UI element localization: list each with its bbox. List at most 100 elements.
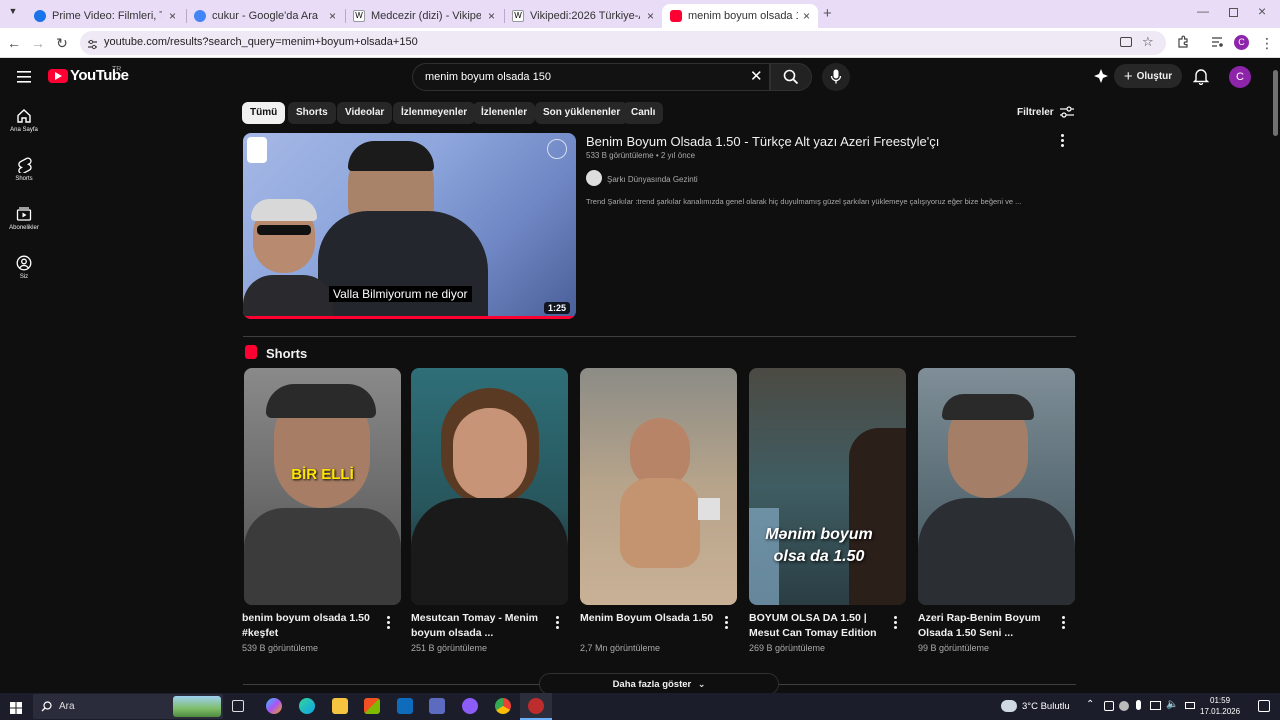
hamburger-menu-icon[interactable] [17, 70, 31, 83]
browser-menu-icon[interactable]: ⋮ [1259, 35, 1275, 51]
ai-sparkle-icon[interactable] [1093, 68, 1109, 84]
install-app-icon[interactable] [1120, 37, 1132, 47]
create-label: Oluştur [1136, 70, 1173, 82]
extensions-icon[interactable] [1175, 35, 1191, 51]
close-tab-icon[interactable]: × [803, 9, 810, 23]
create-button[interactable]: + Oluştur [1114, 64, 1182, 88]
short-thumbnail[interactable]: BİR ELLİ [244, 368, 401, 605]
browser-tab-youtube[interactable]: menim boyum olsada 150 - You × [662, 4, 818, 28]
microsoft-store-icon[interactable] [364, 698, 380, 714]
close-tab-icon[interactable]: × [169, 9, 176, 23]
tray-app-icon[interactable] [1104, 701, 1114, 711]
volume-icon[interactable]: 🔈 [1166, 699, 1178, 710]
short-title[interactable]: Azeri Rap-Benim Boyum Olsada 1.50 Seni .… [918, 611, 1056, 641]
browser-tab-google[interactable]: cukur - Google'da Ara × [186, 4, 344, 28]
tab-search-dropdown-icon[interactable]: ▼ [6, 6, 20, 20]
prime-video-favicon-icon [34, 10, 46, 22]
show-more-label: Daha fazla göster [612, 679, 692, 690]
short-more-actions-icon[interactable] [721, 615, 731, 631]
profile-avatar[interactable]: C [1234, 35, 1249, 50]
reload-icon[interactable]: ↻ [54, 35, 70, 51]
outlook-icon[interactable] [397, 698, 413, 714]
site-info-icon[interactable] [87, 37, 98, 50]
notification-center-icon[interactable] [1258, 700, 1270, 712]
taskbar-search-box[interactable]: Ara [33, 694, 223, 719]
video-thumbnail[interactable]: Valla Bilmiyorum ne diyor 1:25 [243, 133, 576, 319]
nav-item-you[interactable]: Siz [0, 255, 48, 299]
nav-item-home[interactable]: Ana Sayfa [0, 108, 48, 152]
minimize-window-icon[interactable]: — [1197, 4, 1209, 18]
close-tab-icon[interactable]: × [488, 9, 495, 23]
address-bar[interactable]: youtube.com/results?search_query=menim+b… [80, 31, 1166, 55]
short-title[interactable]: BOYUM OLSA DA 1.50 | Mesut Can Tomay Edi… [749, 611, 887, 641]
short-title[interactable]: Menim Boyum Olsada 1.50 [580, 611, 718, 626]
video-more-actions-icon[interactable] [1057, 133, 1067, 149]
video-title[interactable]: Benim Boyum Olsada 1.50 - Türkçe Alt yaz… [586, 134, 939, 149]
search-input[interactable]: menim boyum olsada 150 [412, 63, 770, 91]
weather-icon[interactable] [1001, 700, 1017, 712]
close-tab-icon[interactable]: × [647, 9, 654, 23]
short-thumbnail[interactable] [580, 368, 737, 605]
short-more-actions-icon[interactable] [1058, 615, 1068, 631]
browser-tab-wikipedia-2026[interactable]: W Vikipedi:2026 Türkiye-Azerbayc × [504, 4, 662, 28]
channel-name[interactable]: Şarkı Dünyasında Gezinti [607, 175, 698, 184]
short-title[interactable]: Mesutcan Tomay - Menim boyum olsada ... [411, 611, 549, 641]
filters-button[interactable]: Filtreler [1017, 106, 1074, 118]
short-more-actions-icon[interactable] [552, 615, 562, 631]
short-thumbnail[interactable] [918, 368, 1075, 605]
clear-search-icon[interactable]: ✕ [750, 67, 763, 85]
show-hidden-icons-chevron-icon[interactable]: ⌃ [1086, 699, 1094, 710]
search-highlight-image [173, 696, 221, 717]
new-tab-button[interactable]: + [823, 5, 832, 22]
file-explorer-icon[interactable] [332, 698, 348, 714]
short-thumbnail[interactable] [411, 368, 568, 605]
performer-figure-left [243, 195, 333, 319]
chip-unwatched[interactable]: İzlenmeyenler [393, 102, 476, 124]
windows-start-icon[interactable] [10, 701, 22, 714]
channel-avatar[interactable] [586, 170, 602, 186]
short-title[interactable]: benim boyum olsada 1.50 #keşfet [242, 611, 380, 641]
bookmark-star-icon[interactable]: ☆ [1142, 34, 1154, 50]
chip-recently-uploaded[interactable]: Son yüklenenler [535, 102, 629, 124]
messenger-app-icon[interactable] [462, 698, 478, 714]
chip-all[interactable]: Tümü [242, 102, 286, 124]
chip-watched[interactable]: İzlenenler [473, 102, 536, 124]
network-icon[interactable] [1150, 701, 1161, 710]
page-scrollbar[interactable] [1271, 58, 1280, 693]
account-avatar[interactable]: C [1229, 66, 1251, 88]
weather-text[interactable]: 3°C Bulutlu [1022, 701, 1070, 712]
chip-videos[interactable]: Videolar [337, 102, 393, 124]
search-button[interactable] [770, 63, 812, 91]
tray-app-icon[interactable] [1119, 701, 1129, 711]
taskbar-clock[interactable]: 01:59 17.01.2026 [1200, 695, 1240, 717]
notifications-bell-icon[interactable] [1192, 68, 1210, 86]
youtube-favicon-icon [670, 10, 682, 22]
edge-browser-icon[interactable] [299, 698, 315, 714]
close-tab-icon[interactable]: × [329, 9, 336, 23]
browser-tab-prime-video[interactable]: Prime Video: Filmleri, TV diziler × [26, 4, 184, 28]
microphone-tray-icon[interactable] [1136, 700, 1141, 710]
show-more-button[interactable]: Daha fazla göster ⌄ [539, 673, 779, 693]
restore-window-icon[interactable] [1229, 8, 1238, 17]
close-window-icon[interactable]: × [1258, 3, 1266, 19]
short-overlay-text: Mənim boyum olsa da 1.50 [765, 526, 873, 565]
copilot-icon[interactable] [266, 698, 282, 714]
short-thumbnail[interactable]: Mənim boyum olsa da 1.50 [749, 368, 906, 605]
browser-tab-wikipedia-medcezir[interactable]: W Medcezir (dizi) - Vikipedi × [345, 4, 503, 28]
chrome-browser-icon[interactable] [495, 698, 511, 714]
chip-live[interactable]: Canlı [623, 102, 664, 124]
media-controls-icon[interactable] [1209, 35, 1225, 51]
nav-item-shorts[interactable]: Shorts [0, 157, 48, 201]
chip-shorts[interactable]: Shorts [288, 102, 336, 124]
short-more-actions-icon[interactable] [890, 615, 900, 631]
forward-arrow-icon[interactable]: → [30, 35, 46, 51]
thumbnail-caption: Valla Bilmiyorum ne diyor [329, 286, 472, 302]
tab-title: cukur - Google'da Ara [212, 10, 319, 22]
back-arrow-icon[interactable]: ← [6, 35, 22, 51]
nav-item-subscriptions[interactable]: Abonelikler [0, 206, 48, 250]
battery-icon[interactable] [1185, 702, 1195, 709]
short-more-actions-icon[interactable] [383, 615, 393, 631]
voice-search-button[interactable] [822, 63, 850, 91]
task-view-icon[interactable] [232, 700, 244, 712]
photos-icon[interactable] [429, 698, 445, 714]
